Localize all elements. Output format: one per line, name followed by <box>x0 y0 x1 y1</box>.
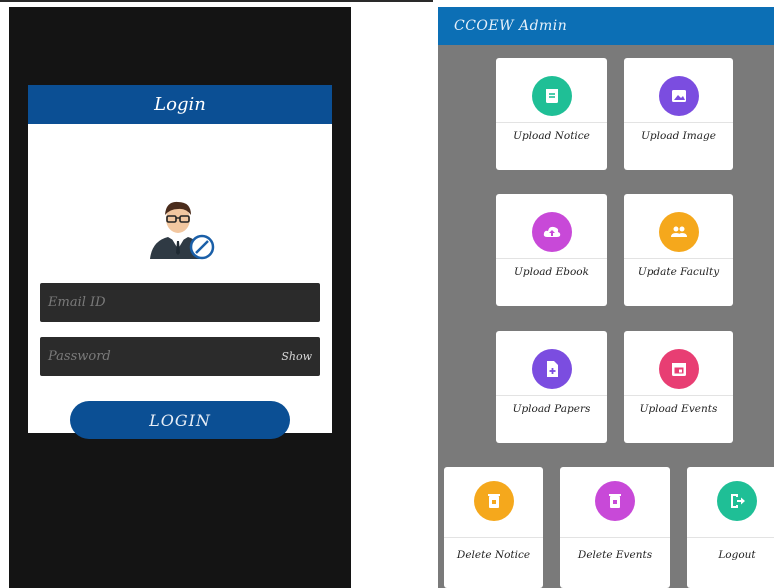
tile-label: Delete Events <box>577 549 653 561</box>
image-icon <box>658 76 699 116</box>
tile-divider <box>687 537 774 538</box>
show-password-toggle[interactable]: Show <box>281 350 312 363</box>
tile-update-faculty[interactable]: Update Faculty <box>624 194 733 306</box>
tile-upload-image[interactable]: Upload Image <box>624 58 733 170</box>
password-placeholder: Password <box>48 349 111 364</box>
tile-upload-papers[interactable]: Upload Papers <box>496 331 607 443</box>
tile-label: Delete Notice <box>456 549 531 561</box>
tile-delete-notice[interactable]: Delete Notice <box>444 467 543 588</box>
logout-icon <box>717 481 757 521</box>
tile-label: Upload Notice <box>513 130 590 142</box>
cloud-upload-icon <box>531 212 572 252</box>
login-card: Login Email ID Password Show LOGIN <box>28 85 332 439</box>
notice-icon <box>531 76 572 116</box>
admin-title: CCOEW Admin <box>438 7 774 45</box>
tile-label: Upload Events <box>639 403 718 415</box>
login-screen: Login Email ID Password Show LOGIN <box>9 7 351 588</box>
email-field[interactable]: Email ID <box>40 283 320 322</box>
tile-label: Upload Ebook <box>514 266 589 278</box>
tile-divider <box>444 537 543 538</box>
calendar-icon <box>658 349 699 389</box>
top-divider <box>0 0 433 2</box>
password-field[interactable]: Password Show <box>40 337 320 376</box>
tile-divider <box>624 122 733 123</box>
people-icon <box>658 212 699 252</box>
tile-divider <box>496 122 607 123</box>
tile-divider <box>560 537 670 538</box>
tile-logout[interactable]: Logout <box>687 467 774 588</box>
trash-icon <box>473 481 514 521</box>
tile-label: Update Faculty <box>637 266 720 278</box>
admin-screen: CCOEW Admin Upload Notice Upload Image Upl… <box>438 7 774 588</box>
tile-label: Logout <box>718 549 756 561</box>
email-placeholder: Email ID <box>48 295 106 310</box>
tile-upload-ebook[interactable]: Upload Ebook <box>496 194 607 306</box>
tile-divider <box>496 258 607 259</box>
tile-divider <box>496 395 607 396</box>
user-avatar-icon <box>150 201 215 260</box>
login-button[interactable]: LOGIN <box>70 401 290 439</box>
trash-icon <box>595 481 635 521</box>
tile-divider <box>624 395 733 396</box>
file-add-icon <box>531 349 572 389</box>
login-title: Login <box>28 85 332 124</box>
tile-label: Upload Image <box>641 130 716 142</box>
tile-upload-notice[interactable]: Upload Notice <box>496 58 607 170</box>
tile-label: Upload Papers <box>512 403 591 415</box>
tile-divider <box>624 258 733 259</box>
tile-delete-events[interactable]: Delete Events <box>560 467 670 588</box>
tile-upload-events[interactable]: Upload Events <box>624 331 733 443</box>
